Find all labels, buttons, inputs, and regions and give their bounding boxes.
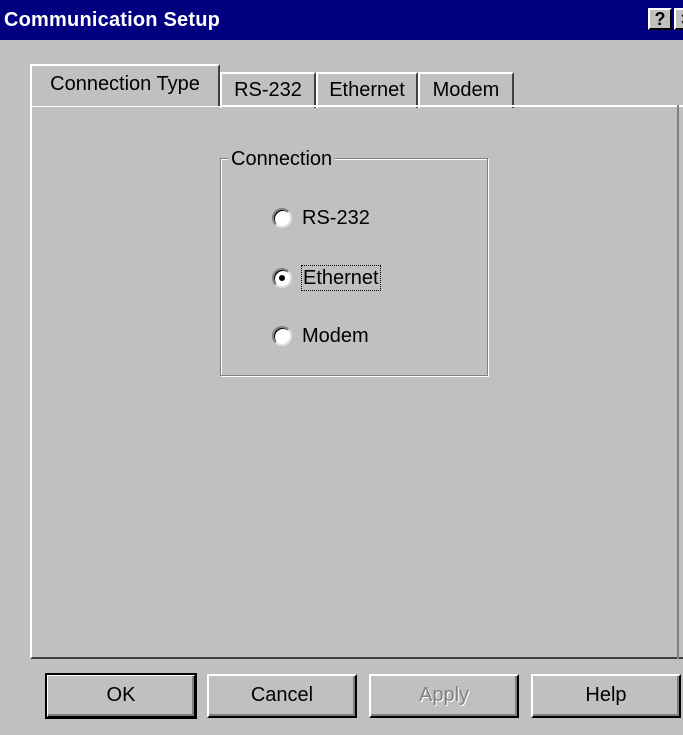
radio-option-rs232[interactable]: RS-232 bbox=[272, 204, 370, 232]
radio-option-modem[interactable]: Modem bbox=[272, 322, 369, 350]
radio-button-ethernet[interactable] bbox=[272, 268, 292, 288]
ok-button[interactable]: OK bbox=[45, 673, 197, 719]
radio-button-rs232[interactable] bbox=[272, 208, 292, 228]
tab-rs232[interactable]: RS-232 bbox=[220, 72, 316, 108]
radio-option-ethernet[interactable]: Ethernet bbox=[272, 264, 381, 292]
close-icon[interactable]: × bbox=[674, 8, 683, 30]
help-button[interactable]: Help bbox=[531, 674, 681, 718]
tab-modem[interactable]: Modem bbox=[418, 72, 514, 108]
connection-group-label: Connection bbox=[228, 148, 336, 170]
radio-label-modem[interactable]: Modem bbox=[302, 324, 369, 348]
tab-ethernet[interactable]: Ethernet bbox=[316, 72, 418, 108]
tab-panel-edge bbox=[677, 105, 679, 659]
radio-label-rs232[interactable]: RS-232 bbox=[302, 206, 370, 230]
tab-connection-type[interactable]: Connection Type bbox=[30, 64, 220, 106]
apply-button[interactable]: Apply bbox=[369, 674, 519, 718]
radio-selected-dot bbox=[279, 275, 285, 281]
help-question-icon[interactable]: ? bbox=[648, 8, 672, 30]
communication-setup-dialog: Communication Setup ? × Connection Type … bbox=[0, 0, 683, 735]
window-title: Communication Setup bbox=[4, 9, 221, 31]
title-bar[interactable]: Communication Setup ? × bbox=[0, 0, 683, 40]
cancel-button[interactable]: Cancel bbox=[207, 674, 357, 718]
radio-button-modem[interactable] bbox=[272, 326, 292, 346]
radio-label-ethernet[interactable]: Ethernet bbox=[301, 265, 381, 291]
